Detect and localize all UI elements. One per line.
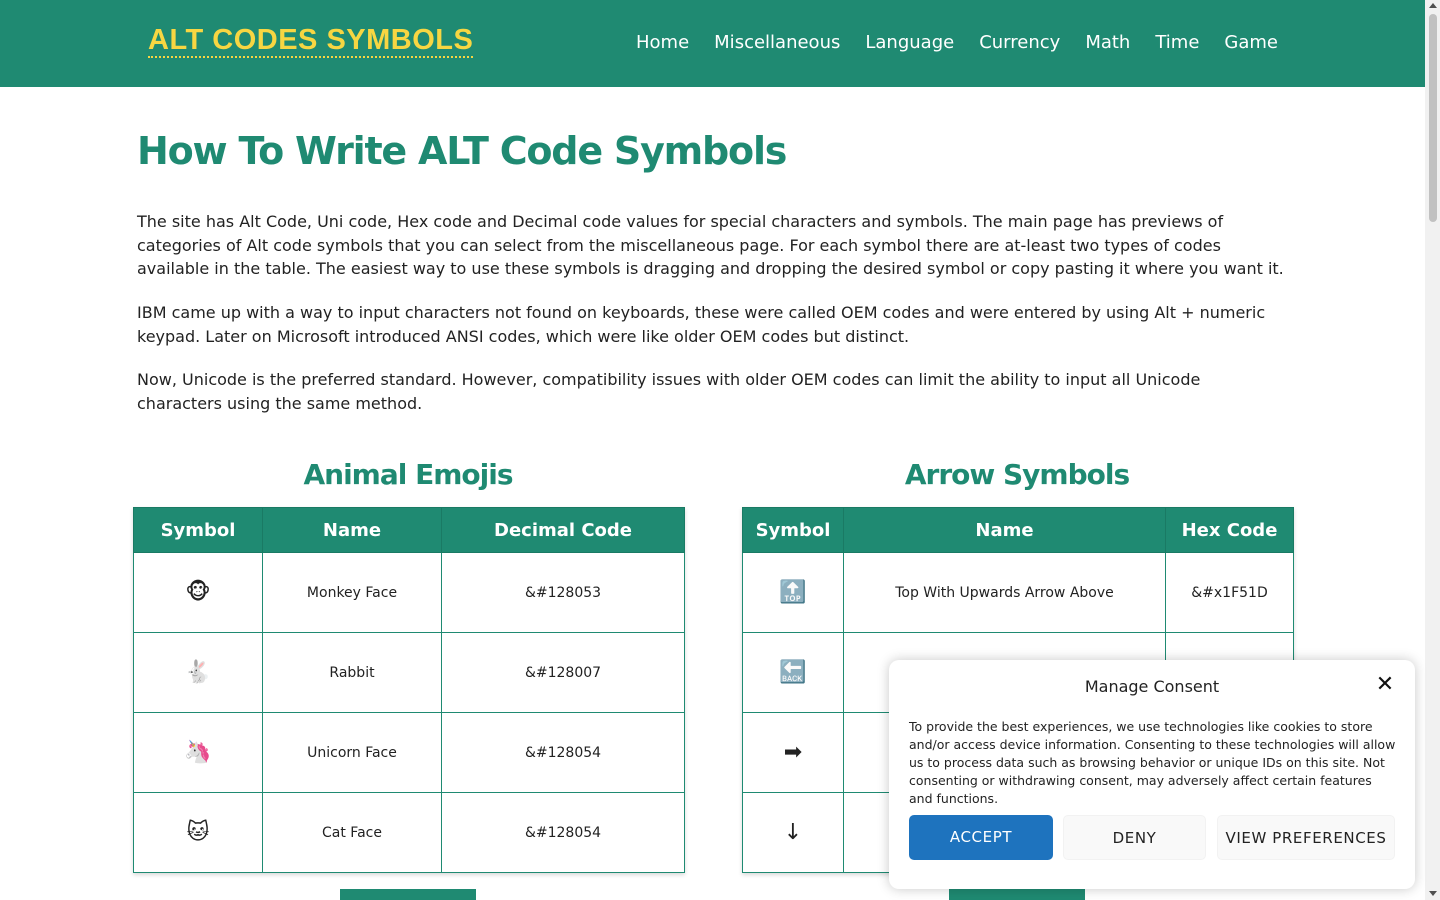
- name-cell: Monkey Face: [262, 552, 442, 633]
- nav-math[interactable]: Math: [1085, 31, 1130, 55]
- animal-emojis-title: Animal Emojis: [303, 458, 513, 491]
- column-header-name: Name: [843, 507, 1166, 553]
- column-header-code: Decimal Code: [441, 507, 685, 553]
- nav-home[interactable]: Home: [636, 31, 689, 55]
- code-cell: &#128007: [441, 632, 685, 713]
- symbol-cell[interactable]: ➡: [742, 712, 844, 793]
- site-header: ALT CODES SYMBOLS Home Miscellaneous Lan…: [0, 0, 1425, 87]
- scroll-up-arrow-icon[interactable]: [1429, 3, 1437, 8]
- table-row: 🔝 Top With Upwards Arrow Above &#x1F51D: [742, 552, 1294, 633]
- symbol-cell[interactable]: 🐵: [133, 552, 263, 633]
- symbol-cell[interactable]: ↓: [742, 792, 844, 873]
- column-header-name: Name: [262, 507, 442, 553]
- intro-paragraph: The site has Alt Code, Uni code, Hex cod…: [137, 212, 1284, 278]
- column-header-symbol: Symbol: [742, 507, 844, 553]
- code-cell: &#x1F51D: [1165, 552, 1294, 633]
- column-header-code: Hex Code: [1165, 507, 1294, 553]
- symbol-cell[interactable]: 🐇: [133, 632, 263, 713]
- animal-emojis-table: Symbol Name Decimal Code 🐵 Monkey Face &…: [133, 507, 685, 873]
- column-header-symbol: Symbol: [133, 507, 263, 553]
- symbol-cell[interactable]: 🦄: [133, 712, 263, 793]
- close-icon[interactable]: ✕: [1375, 674, 1395, 696]
- table-row: 🐵 Monkey Face &#128053: [133, 552, 685, 633]
- unicode-paragraph: Now, Unicode is the preferred standard. …: [137, 370, 1201, 413]
- code-cell: &#128054: [441, 792, 685, 873]
- code-cell: &#128053: [441, 552, 685, 633]
- consent-title: Manage Consent: [1084, 677, 1220, 696]
- table-row: 🐇 Rabbit &#128007: [133, 632, 685, 713]
- name-cell: Unicorn Face: [262, 712, 442, 793]
- page-title: How To Write ALT Code Symbols: [137, 129, 787, 173]
- accept-button[interactable]: ACCEPT: [909, 815, 1053, 860]
- code-cell: &#128054: [441, 712, 685, 793]
- name-cell: Top With Upwards Arrow Above: [843, 552, 1166, 633]
- table-header-row: Symbol Name Hex Code: [742, 507, 1294, 553]
- arrow-symbols-title: Arrow Symbols: [904, 458, 1130, 491]
- scroll-thumb[interactable]: [1429, 14, 1437, 222]
- site-logo[interactable]: ALT CODES SYMBOLS: [148, 24, 474, 58]
- nav-currency[interactable]: Currency: [979, 31, 1060, 55]
- main-nav: Home Miscellaneous Language Currency Mat…: [636, 31, 1278, 55]
- deny-button[interactable]: DENY: [1063, 815, 1206, 860]
- name-cell: Rabbit: [262, 632, 442, 713]
- arrow-more-button[interactable]: [949, 889, 1085, 900]
- name-cell: Cat Face: [262, 792, 442, 873]
- symbol-cell[interactable]: 🔙: [742, 632, 844, 713]
- table-row: 🦄 Unicorn Face &#128054: [133, 712, 685, 793]
- animal-more-button[interactable]: [340, 889, 476, 900]
- nav-game[interactable]: Game: [1224, 31, 1278, 55]
- oem-paragraph: IBM came up with a way to input characte…: [137, 303, 1266, 346]
- page-scrollbar[interactable]: [1425, 0, 1440, 900]
- consent-text: To provide the best experiences, we use …: [909, 719, 1396, 806]
- consent-dialog: Manage Consent ✕ To provide the best exp…: [889, 660, 1415, 889]
- symbol-cell[interactable]: 🔝: [742, 552, 844, 633]
- scroll-down-arrow-icon[interactable]: [1429, 891, 1437, 896]
- nav-time[interactable]: Time: [1155, 31, 1199, 55]
- view-preferences-button[interactable]: VIEW PREFERENCES: [1217, 815, 1395, 860]
- table-header-row: Symbol Name Decimal Code: [133, 507, 685, 553]
- table-row: 🐱 Cat Face &#128054: [133, 792, 685, 873]
- nav-language[interactable]: Language: [865, 31, 954, 55]
- symbol-cell[interactable]: 🐱: [133, 792, 263, 873]
- nav-miscellaneous[interactable]: Miscellaneous: [714, 31, 840, 55]
